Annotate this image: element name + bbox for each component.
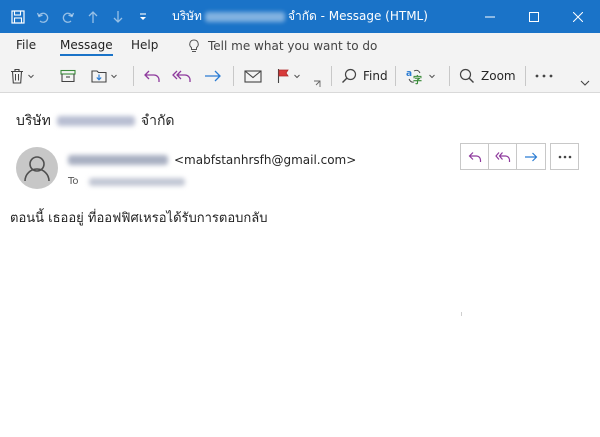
reply-button[interactable]	[143, 64, 161, 88]
svg-text:a: a	[406, 69, 412, 79]
more-actions-button[interactable]	[550, 143, 579, 170]
redacted-sender-name	[68, 155, 168, 165]
maximize-button[interactable]	[512, 0, 556, 33]
ribbon-tabs: File Message Help Tell me what you want …	[0, 33, 600, 59]
archive-button[interactable]	[60, 64, 76, 88]
next-item-button[interactable]	[110, 9, 126, 25]
sender-avatar[interactable]	[16, 147, 58, 189]
tab-file[interactable]: File	[16, 33, 36, 59]
tell-me-search[interactable]: Tell me what you want to do	[188, 33, 377, 59]
forward-icon	[205, 70, 221, 82]
person-icon	[24, 156, 50, 182]
zoom-label: Zoom	[481, 69, 516, 83]
chevron-down-icon	[429, 74, 435, 79]
subject-prefix: บริษัท	[16, 113, 51, 129]
search-icon	[342, 68, 357, 83]
ribbon-separator	[449, 66, 450, 86]
message-body: ตอนนี้ เธออยู่ ที่ออฟฟิศเหรอได้รับการตอบ…	[10, 211, 268, 226]
sender-email: <mabfstanhrsfh@gmail.com>	[174, 153, 357, 167]
move-folder-icon	[91, 70, 107, 83]
window-title-suffix: จำกัด - Message (HTML)	[287, 9, 428, 23]
ribbon-toolbar: Find a 字 Zoom	[0, 59, 600, 93]
to-label: To	[68, 176, 79, 187]
dialog-launcher-icon	[314, 80, 321, 87]
ribbon-separator	[233, 66, 234, 86]
previous-item-button[interactable]	[85, 9, 101, 25]
delete-button[interactable]	[10, 64, 35, 88]
tab-message[interactable]: Message	[60, 33, 113, 59]
move-button[interactable]	[91, 64, 118, 88]
flag-icon	[277, 69, 289, 83]
mark-unread-button[interactable]	[244, 64, 262, 88]
more-icon	[558, 155, 571, 158]
ribbon-separator	[331, 66, 332, 86]
archive-icon	[60, 69, 76, 83]
quick-access-toolbar	[10, 0, 151, 33]
chevron-down-icon	[580, 80, 590, 86]
customize-dropdown-icon	[140, 12, 146, 20]
subject-suffix: จำกัด	[140, 113, 175, 129]
chevron-down-icon	[111, 74, 117, 79]
find-button[interactable]: Find	[341, 64, 388, 88]
message-subject: บริษัท จำกัด	[16, 110, 175, 132]
window-controls	[468, 0, 600, 33]
message-actions	[460, 143, 546, 170]
ribbon-separator	[133, 66, 134, 86]
trash-icon	[11, 68, 23, 84]
save-icon	[11, 9, 25, 24]
minimize-button[interactable]	[468, 0, 512, 33]
window-title-prefix: บริษัท	[172, 9, 202, 23]
minimize-icon	[485, 16, 495, 17]
lightbulb-icon	[189, 39, 199, 52]
arrow-up-icon	[88, 10, 98, 23]
chevron-down-icon	[28, 74, 34, 79]
find-label: Find	[363, 69, 388, 83]
zoom-button[interactable]: Zoom	[459, 64, 516, 88]
reply-all-icon	[172, 70, 191, 82]
zoom-icon	[459, 68, 474, 83]
close-icon	[573, 11, 583, 22]
undo-icon	[36, 12, 49, 23]
ribbon-expand-button[interactable]	[580, 71, 590, 95]
chevron-down-icon	[294, 74, 300, 79]
redacted-company-name	[204, 11, 285, 22]
redo-icon	[62, 12, 75, 23]
redacted-recipient	[88, 177, 185, 186]
tags-dialog-launcher[interactable]	[313, 79, 321, 89]
translate-icon: a 字	[406, 69, 422, 85]
envelope-icon	[244, 70, 262, 83]
reply-icon	[144, 70, 160, 82]
customize-toolbar-button[interactable]	[135, 9, 151, 25]
forward-icon	[525, 152, 538, 161]
undo-button[interactable]	[35, 9, 51, 25]
ribbon-separator	[525, 66, 526, 86]
reply-all-action-button[interactable]	[489, 144, 517, 169]
body-artifact	[461, 312, 462, 316]
recipient-line: To	[68, 176, 191, 187]
arrow-down-icon	[113, 10, 123, 23]
reply-action-button[interactable]	[461, 144, 489, 169]
title-bar: บริษัท จำกัด - Message (HTML)	[0, 0, 600, 33]
flag-button[interactable]	[276, 64, 301, 88]
sender-line[interactable]: <mabfstanhrsfh@gmail.com>	[68, 153, 356, 167]
save-button[interactable]	[10, 9, 26, 25]
reply-icon	[468, 151, 481, 162]
tell-me-text: Tell me what you want to do	[208, 39, 378, 53]
reply-all-icon	[494, 151, 510, 162]
ribbon-separator	[395, 66, 396, 86]
forward-button[interactable]	[204, 64, 222, 88]
forward-action-button[interactable]	[517, 144, 545, 169]
more-commands-button[interactable]	[535, 64, 553, 88]
reply-all-button[interactable]	[172, 64, 192, 88]
svg-text:字: 字	[413, 74, 422, 85]
redacted-subject-part	[56, 116, 135, 126]
tab-help[interactable]: Help	[131, 33, 158, 59]
redo-button[interactable]	[60, 9, 76, 25]
close-button[interactable]	[556, 0, 600, 33]
more-icon	[535, 74, 553, 78]
translate-button[interactable]: a 字	[405, 64, 436, 88]
maximize-icon	[529, 11, 539, 22]
